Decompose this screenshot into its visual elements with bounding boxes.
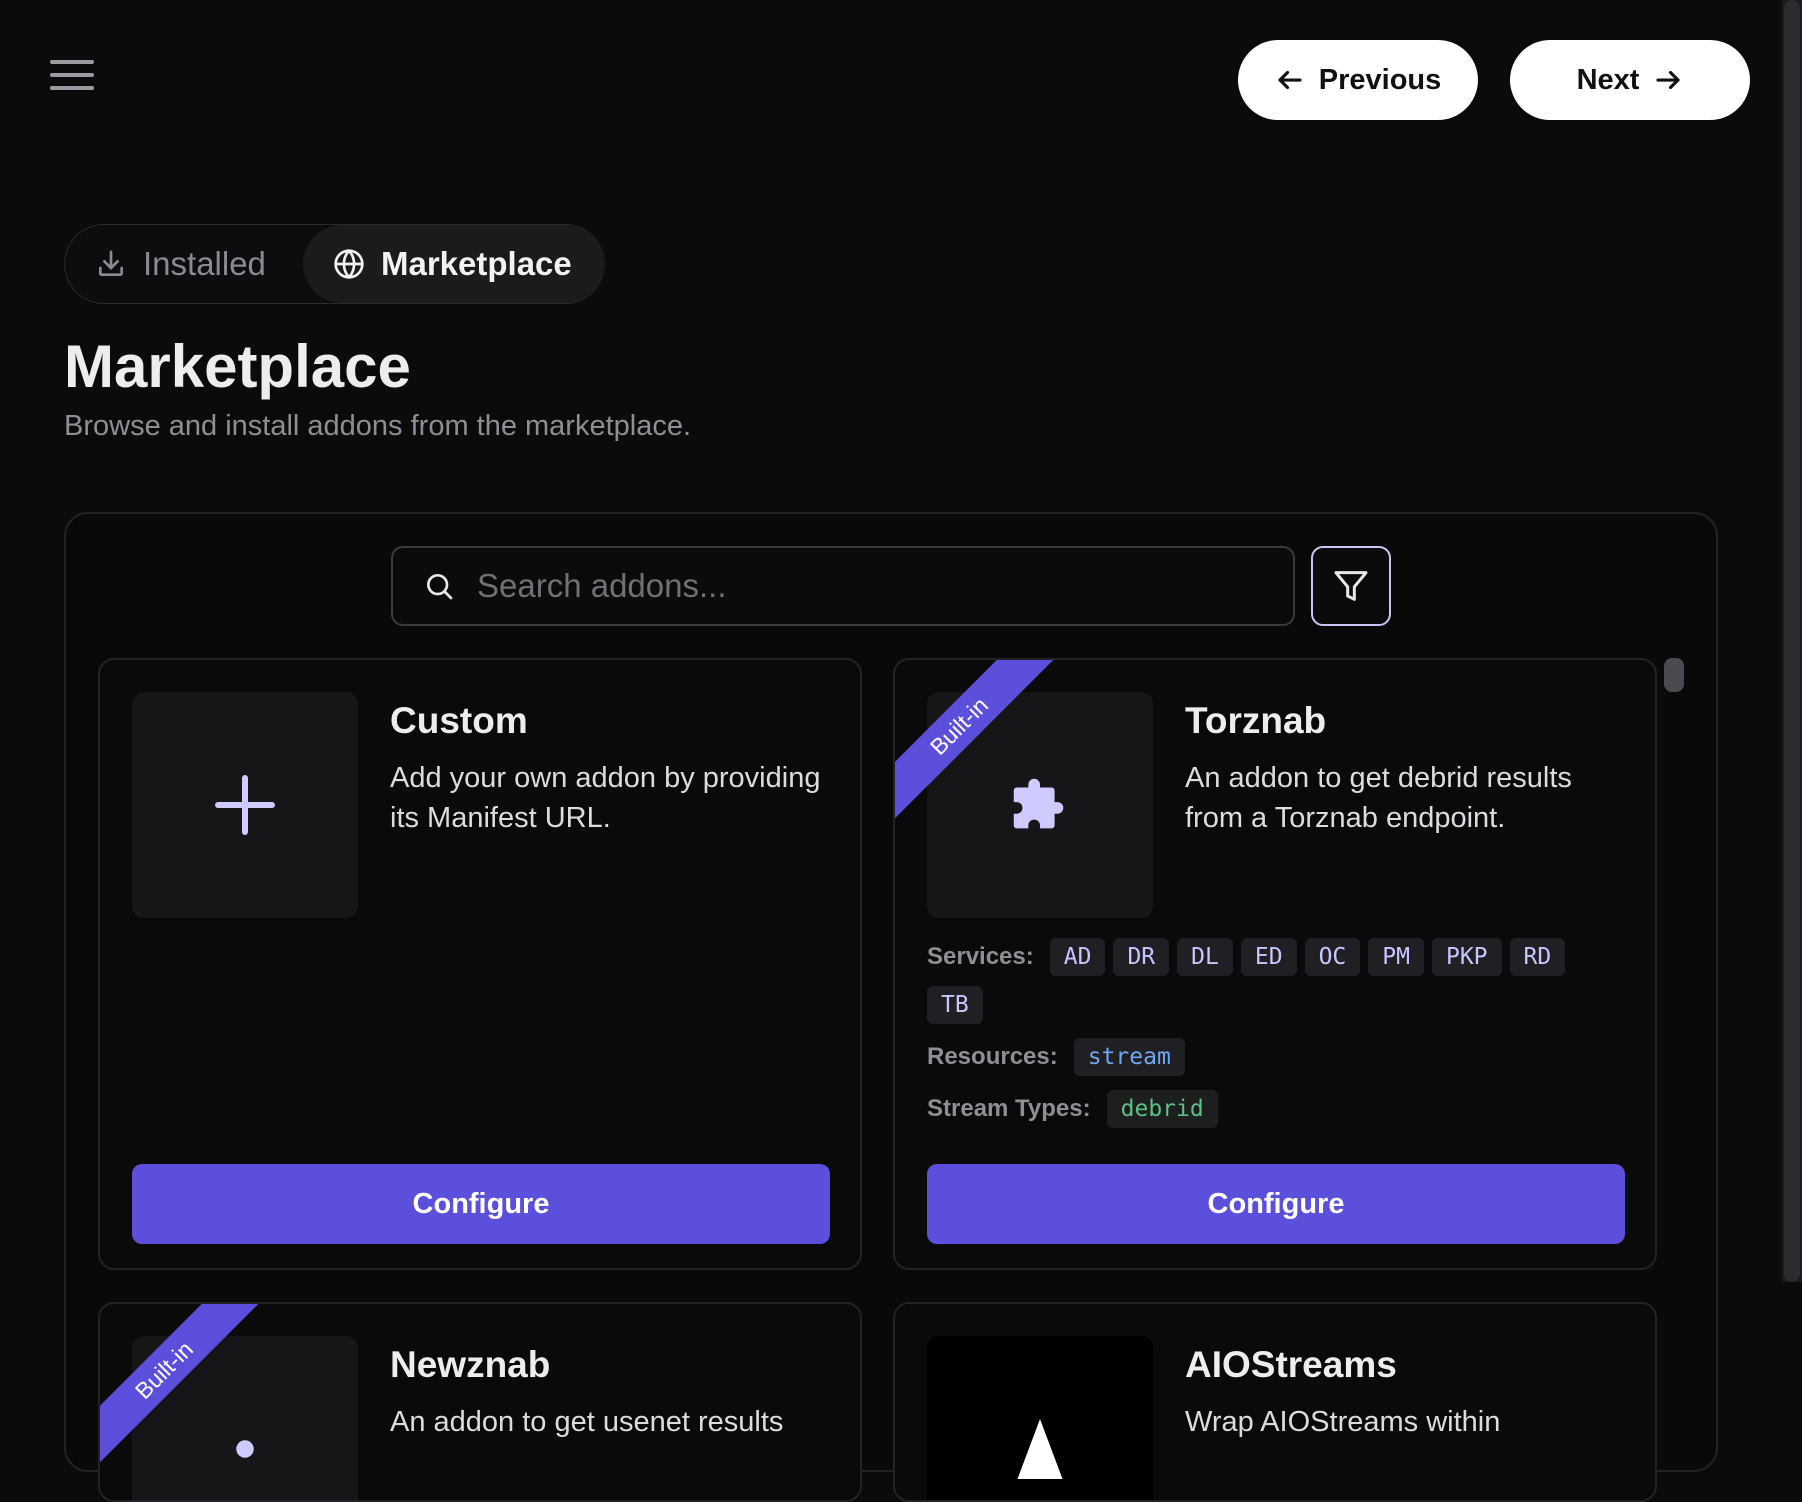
addon-card-custom: Custom Add your own addon by providing i… xyxy=(98,658,862,1270)
filter-button[interactable] xyxy=(1311,546,1391,626)
addon-card-aiostreams: AIOStreams Wrap AIOStreams within xyxy=(893,1302,1657,1502)
addon-description: Wrap AIOStreams within xyxy=(1185,1406,1501,1438)
service-chip: TB xyxy=(927,986,983,1024)
addon-thumbnail xyxy=(132,692,358,918)
search-input[interactable] xyxy=(475,566,1279,606)
filter-icon xyxy=(1334,571,1368,601)
next-label: Next xyxy=(1576,63,1640,96)
page-scrollbar[interactable] xyxy=(1782,0,1802,1282)
plus-icon xyxy=(215,775,275,835)
addon-description: Add your own addon by providing its Mani… xyxy=(390,762,821,834)
addon-title: Torznab xyxy=(1185,700,1327,741)
tab-marketplace[interactable]: Marketplace xyxy=(303,225,605,303)
page-title: Marketplace xyxy=(64,333,411,400)
arrow-left-icon xyxy=(1278,70,1302,90)
tab-installed-label: Installed xyxy=(143,245,266,282)
service-chip: OC xyxy=(1304,938,1361,976)
service-chip: DR xyxy=(1113,938,1170,976)
search-icon xyxy=(427,574,453,600)
grid-scrollbar[interactable] xyxy=(1664,658,1684,692)
previous-button[interactable]: Previous xyxy=(1238,40,1478,120)
resource-chip: stream xyxy=(1073,1038,1185,1076)
puzzle-icon xyxy=(1013,778,1064,829)
services-row: Services: AD DR DL ED OC PM PKP RD xyxy=(927,938,1627,976)
arrow-right-icon xyxy=(1656,70,1680,90)
page-scrollbar-thumb[interactable] xyxy=(1784,0,1800,1282)
addon-title: Custom xyxy=(390,700,528,741)
addon-title: Newznab xyxy=(390,1344,551,1385)
service-chip: DL xyxy=(1177,938,1233,976)
search-box xyxy=(391,546,1295,626)
resources-label: Resources: xyxy=(927,1043,1058,1070)
view-tabs: Installed Marketplace xyxy=(64,224,605,304)
menu-icon[interactable] xyxy=(50,60,94,100)
previous-label: Previous xyxy=(1318,63,1442,96)
download-icon xyxy=(99,250,123,276)
configure-button[interactable]: Configure xyxy=(927,1164,1625,1244)
addon-metadata: Services: AD DR DL ED OC PM PKP RD TB Re… xyxy=(927,938,1627,1138)
stream-types-label: Stream Types: xyxy=(927,1095,1091,1122)
service-chip: RD xyxy=(1509,938,1566,976)
resources-row: Resources: stream xyxy=(927,1038,1627,1076)
addon-title: AIOStreams xyxy=(1185,1344,1397,1385)
service-chip: PM xyxy=(1368,938,1424,976)
service-chip: ED xyxy=(1240,938,1297,976)
addon-description: An addon to get debrid results from a To… xyxy=(1185,762,1572,834)
addon-thumbnail xyxy=(927,1336,1153,1500)
addon-card-torznab: Built-in Torznab An addon to get debrid … xyxy=(893,658,1657,1270)
next-button[interactable]: Next xyxy=(1510,40,1750,120)
services-label: Services: xyxy=(927,943,1034,970)
service-chip: PKP xyxy=(1431,938,1502,976)
services-row-2: TB xyxy=(927,986,1627,1024)
stream-type-chip: debrid xyxy=(1106,1090,1218,1128)
page-subtitle: Browse and install addons from the marke… xyxy=(64,410,692,442)
configure-button[interactable]: Configure xyxy=(132,1164,830,1244)
addon-card-newznab: Built-in Newznab An addon to get usenet … xyxy=(98,1302,862,1502)
top-bar: Previous Next xyxy=(0,0,1802,160)
tab-marketplace-label: Marketplace xyxy=(381,245,572,282)
service-chip: AD xyxy=(1049,938,1106,976)
stream-types-row: Stream Types: debrid xyxy=(927,1090,1627,1128)
puzzle-icon xyxy=(236,1440,254,1458)
addon-description: An addon to get usenet results xyxy=(390,1406,784,1438)
tab-installed[interactable]: Installed xyxy=(95,225,266,303)
aiostreams-logo-icon xyxy=(1017,1419,1063,1479)
globe-icon xyxy=(334,249,364,279)
